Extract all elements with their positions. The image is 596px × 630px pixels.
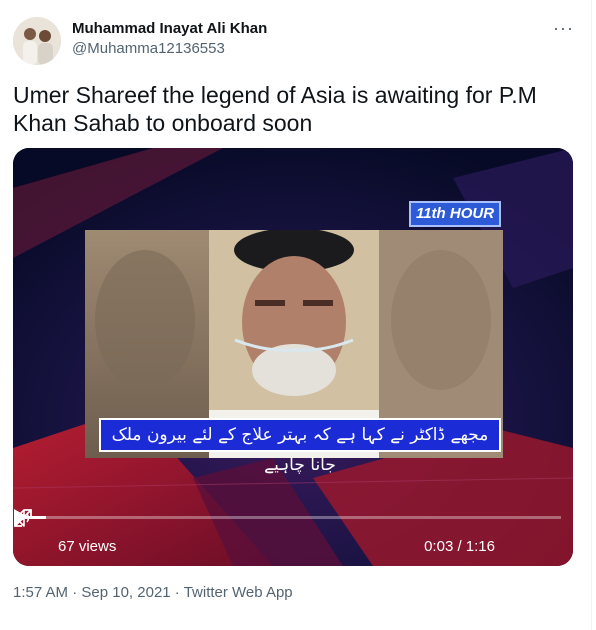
view-count: 67 views bbox=[58, 538, 117, 555]
divider bbox=[591, 0, 592, 630]
channel-badge: 11th HOUR bbox=[409, 201, 501, 227]
author-name[interactable]: Muhammad Inayat Ali Khan bbox=[72, 20, 267, 37]
more-dots-icon[interactable]: ··· bbox=[553, 18, 574, 39]
avatar[interactable] bbox=[13, 17, 61, 65]
tweet-meta: 1:57 AM · Sep 10, 2021 · Twitter Web App bbox=[13, 584, 293, 601]
author-handle[interactable]: @Muhamma12136553 bbox=[72, 40, 225, 57]
progress-bar[interactable] bbox=[25, 516, 561, 519]
separator: · bbox=[68, 584, 82, 601]
time-display: 0:03 / 1:16 bbox=[424, 538, 495, 555]
tweet-card: Muhammad Inayat Ali Khan @Muhamma1213655… bbox=[0, 0, 596, 630]
tweet-source[interactable]: Twitter Web App bbox=[184, 584, 293, 601]
expand-icon[interactable] bbox=[13, 508, 33, 528]
tweet-date[interactable]: Sep 10, 2021 bbox=[81, 584, 170, 601]
separator: · bbox=[170, 584, 184, 601]
video-controls: 67 views 0:03 / 1:16 bbox=[13, 508, 573, 566]
video-player[interactable]: 11th HOUR مجھے ڈاکٹر نے کہا ہے کہ بہتر ع… bbox=[13, 148, 573, 566]
tweet-text: Umer Shareef the legend of Asia is await… bbox=[13, 82, 537, 136]
tweet-time[interactable]: 1:57 AM bbox=[13, 584, 68, 601]
news-ticker: مجھے ڈاکٹر نے کہا ہے کہ بہتر علاج کے لئے… bbox=[99, 418, 501, 475]
